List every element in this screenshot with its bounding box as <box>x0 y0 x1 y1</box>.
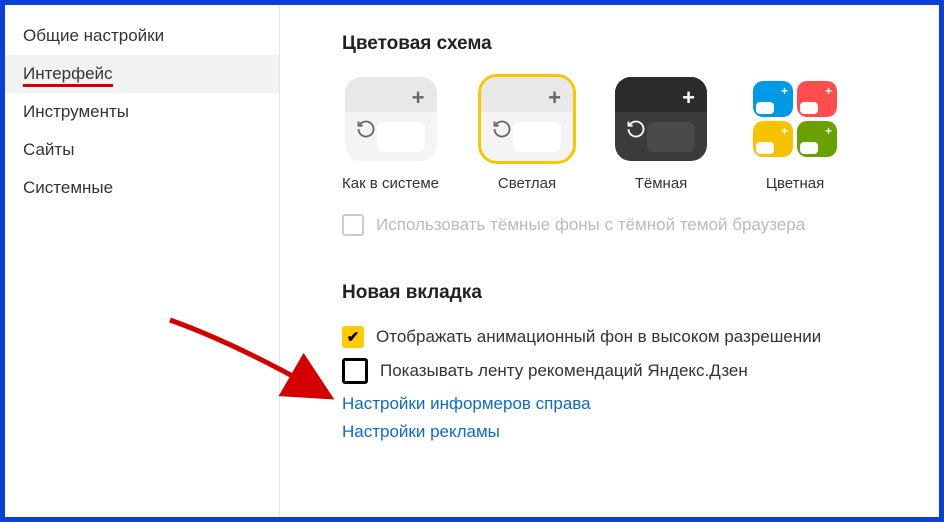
plus-icon: + <box>412 87 425 109</box>
theme-option-dark[interactable]: + Тёмная <box>615 77 707 192</box>
checkbox-label: Отображать анимационный фон в высоком ра… <box>376 327 821 347</box>
section-title-color-scheme: Цветовая схема <box>342 33 919 55</box>
theme-option-light[interactable]: + Светлая <box>481 77 573 192</box>
reload-icon <box>356 119 376 139</box>
checkbox[interactable] <box>342 214 364 236</box>
theme-label: Светлая <box>498 175 556 192</box>
sidebar: Общие настройки Интерфейс Инструменты Са… <box>5 5 280 517</box>
theme-preview: + <box>615 77 707 161</box>
plus-icon: + <box>548 87 561 109</box>
sidebar-item-system[interactable]: Системные <box>5 169 279 207</box>
zen-option[interactable]: Показывать ленту рекомендаций Яндекс.Дзе… <box>342 358 919 384</box>
theme-list: + Как в системе + Светлая <box>342 77 919 192</box>
reload-icon <box>492 119 512 139</box>
theme-option-system[interactable]: + Как в системе <box>342 77 439 192</box>
sidebar-item-general[interactable]: Общие настройки <box>5 17 279 55</box>
checkbox-label: Использовать тёмные фоны с тёмной темой … <box>376 215 805 235</box>
settings-window: Общие настройки Интерфейс Инструменты Са… <box>0 0 944 522</box>
theme-preview: + + + + <box>749 77 841 161</box>
nav-label: Инструменты <box>23 102 129 121</box>
dark-bg-option[interactable]: Использовать тёмные фоны с тёмной темой … <box>342 214 919 236</box>
section-new-tab: Новая вкладка Отображать анимационный фо… <box>342 282 919 442</box>
nav-label: Сайты <box>23 140 74 159</box>
sidebar-item-sites[interactable]: Сайты <box>5 131 279 169</box>
checkbox[interactable] <box>342 358 368 384</box>
nav-label: Интерфейс <box>23 64 113 87</box>
theme-label: Цветная <box>766 175 824 192</box>
content-area: Цветовая схема + Как в системе + <box>280 5 939 517</box>
section-title-new-tab: Новая вкладка <box>342 282 919 304</box>
sidebar-item-interface[interactable]: Интерфейс <box>5 55 279 93</box>
theme-label: Тёмная <box>635 175 688 192</box>
anim-bg-option[interactable]: Отображать анимационный фон в высоком ра… <box>342 326 919 348</box>
checkbox-label: Показывать ленту рекомендаций Яндекс.Дзе… <box>380 361 748 381</box>
ads-link[interactable]: Настройки рекламы <box>342 422 919 442</box>
reload-icon <box>626 119 646 139</box>
nav-label: Системные <box>23 178 113 197</box>
theme-label: Как в системе <box>342 175 439 192</box>
nav-label: Общие настройки <box>23 26 164 45</box>
informers-link[interactable]: Настройки информеров справа <box>342 394 919 414</box>
theme-preview: + <box>481 77 573 161</box>
theme-preview: + <box>345 77 437 161</box>
checkbox[interactable] <box>342 326 364 348</box>
theme-option-color[interactable]: + + + + Цветная <box>749 77 841 192</box>
plus-icon: + <box>682 87 695 109</box>
sidebar-item-tools[interactable]: Инструменты <box>5 93 279 131</box>
